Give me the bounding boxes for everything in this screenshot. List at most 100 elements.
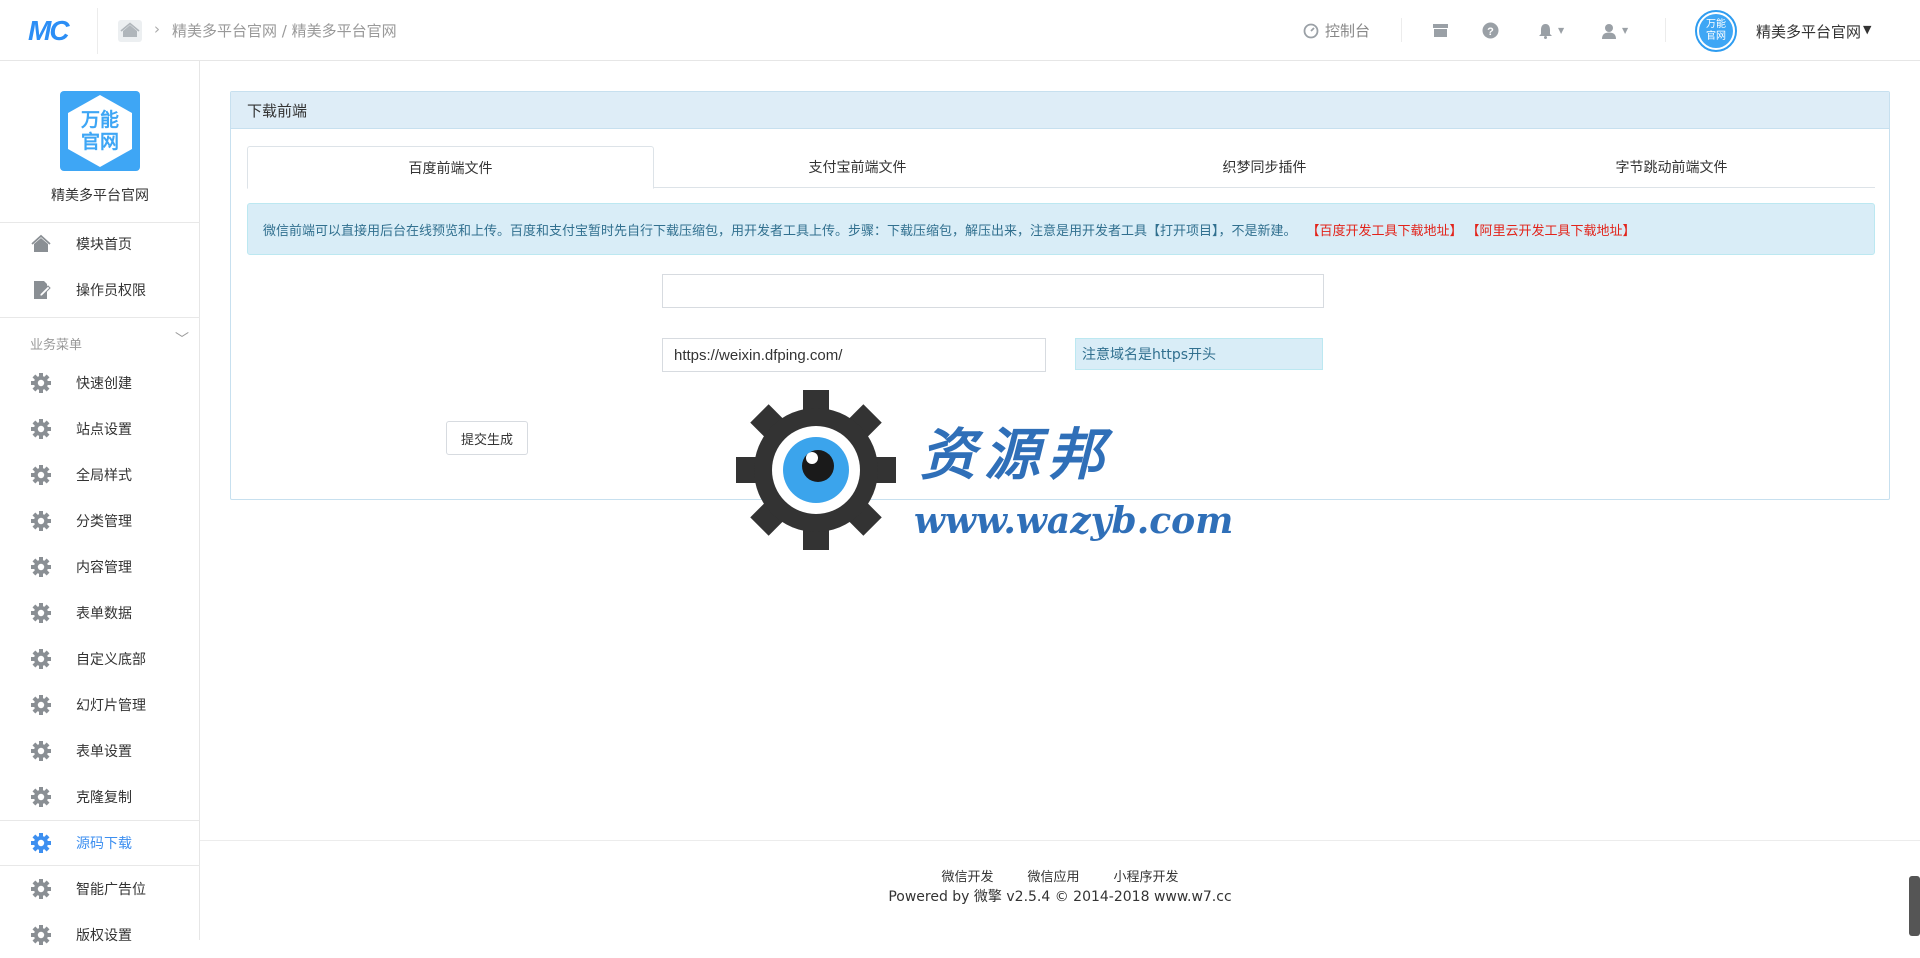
domain-help-text: 注意域名是https开头	[1075, 338, 1323, 370]
sidebar-item-label: 表单数据	[76, 606, 132, 622]
sidebar-item-operator-permissions[interactable]: 操作员权限	[0, 267, 200, 313]
watermark-title: 资源邦	[920, 422, 1112, 488]
sidebar-item-label: 全局样式	[76, 468, 132, 484]
gear-icon	[30, 648, 52, 670]
bell-icon	[1539, 23, 1552, 39]
home-icon	[30, 233, 52, 255]
sidebar-item[interactable]: 全局样式	[0, 452, 200, 498]
tab-dedecms[interactable]: 织梦同步插件	[1061, 146, 1468, 188]
sidebar-item[interactable]: 版权设置	[0, 912, 200, 958]
baidu-devtools-link[interactable]: 【百度开发工具下载地址】	[1307, 220, 1463, 239]
divider	[1665, 18, 1666, 42]
gear-icon	[30, 602, 52, 624]
sidebar-item[interactable]: 自定义底部	[0, 636, 200, 682]
console-link[interactable]: 控制台	[1303, 0, 1370, 61]
sidebar-item[interactable]: 表单设置	[0, 728, 200, 774]
sidebar-item-label: 站点设置	[76, 422, 132, 438]
store-icon[interactable]	[1432, 0, 1449, 61]
footer-link[interactable]: 微信开发	[941, 866, 993, 885]
domain-input[interactable]: https://weixin.dfping.com/	[662, 338, 1046, 372]
avatar[interactable]: 万能官网	[1695, 10, 1737, 52]
notifications-menu[interactable]: ▼	[1538, 0, 1564, 61]
footer-link[interactable]: 小程序开发	[1114, 866, 1179, 885]
chevron-down-icon: ▼	[1622, 26, 1629, 35]
chevron-right-icon: ›	[154, 20, 160, 38]
appid-input[interactable]	[662, 274, 1324, 308]
footer-copyright: Powered by 微擎 v2.5.4 © 2014-2018 www.w7.…	[888, 889, 1232, 905]
sidebar-item[interactable]: 内容管理	[0, 544, 200, 590]
sidebar-item[interactable]: 快速创建	[0, 360, 200, 406]
gear-icon	[30, 464, 52, 486]
gear-icon	[30, 372, 52, 394]
sidebar-item[interactable]: 克隆复制	[0, 774, 200, 820]
sidebar-item[interactable]: 源码下载	[0, 820, 200, 866]
aliyun-devtools-link[interactable]: 【阿里云开发工具下载地址】	[1467, 220, 1636, 239]
home-icon[interactable]	[118, 20, 142, 42]
sidebar-item-label: 分类管理	[76, 514, 132, 530]
divider	[1401, 18, 1402, 42]
tab-bar: 百度前端文件 支付宝前端文件 织梦同步插件 字节跳动前端文件	[247, 146, 1875, 189]
sidebar-item-label: 版权设置	[76, 928, 132, 944]
sidebar-item-label: 操作员权限	[76, 283, 146, 299]
sidebar-item-label: 源码下载	[76, 836, 132, 852]
gear-icon	[30, 878, 52, 900]
sidebar-item[interactable]: 表单数据	[0, 590, 200, 636]
svg-text:?: ?	[1487, 26, 1494, 38]
gear-icon	[30, 786, 52, 808]
watermark-url: www.wazyb.com	[914, 500, 1234, 542]
footer-link[interactable]: 微信应用	[1027, 866, 1079, 885]
tab-alipay[interactable]: 支付宝前端文件	[654, 146, 1061, 188]
submit-button[interactable]: 提交生成	[446, 421, 528, 455]
dashboard-icon	[1303, 23, 1319, 38]
user-icon	[1602, 23, 1616, 39]
edit-doc-icon	[30, 279, 52, 301]
chevron-down-icon[interactable]: ﹀	[175, 329, 189, 349]
sidebar-item-label: 内容管理	[76, 560, 132, 576]
info-notice: 微信前端可以直接用后台在线预览和上传。百度和支付宝暂时先自行下载压缩包，用开发者…	[247, 203, 1875, 255]
sidebar-item-label: 克隆复制	[76, 790, 132, 806]
gear-icon	[30, 832, 52, 854]
top-bar: MC › 精美多平台官网 / 精美多平台官网 控制台 ? ▼ ▼ 万能官网 精美…	[0, 0, 1920, 61]
sidebar-item[interactable]: 站点设置	[0, 406, 200, 452]
gear-icon	[30, 510, 52, 532]
sidebar: 万能官网 精美多平台官网 模块首页 操作员权限 业务菜单 ﹀ 快速创建站点设置全…	[0, 61, 200, 945]
help-icon[interactable]: ?	[1482, 0, 1499, 61]
console-label: 控制台	[1325, 22, 1371, 40]
tab-bytedance[interactable]: 字节跳动前端文件	[1468, 146, 1875, 188]
sidebar-item-label: 快速创建	[76, 376, 132, 392]
user-name[interactable]: 精美多平台官网	[1756, 21, 1861, 42]
footer-links: 微信开发 微信应用 小程序开发	[200, 866, 1920, 885]
app-logo[interactable]: MC	[28, 15, 70, 47]
site-logo: 万能官网	[60, 91, 140, 171]
sidebar-item[interactable]: 幻灯片管理	[0, 682, 200, 728]
gear-icon	[30, 418, 52, 440]
breadcrumb-item[interactable]: 精美多平台官网	[172, 22, 277, 40]
tab-baidu[interactable]: 百度前端文件	[247, 146, 654, 189]
gear-icon	[30, 556, 52, 578]
section-label: 业务菜单	[30, 338, 83, 353]
user-menu[interactable]: ▼	[1601, 0, 1628, 61]
panel-title: 下载前端	[231, 92, 1889, 129]
gear-icon	[30, 924, 52, 946]
gear-icon	[30, 694, 52, 716]
footer-divider	[200, 840, 1920, 841]
scrollbar-handle[interactable]	[1909, 876, 1920, 936]
sidebar-item-label: 模块首页	[76, 237, 132, 253]
divider	[0, 317, 200, 318]
sidebar-item-label: 自定义底部	[76, 652, 146, 668]
caret-down-icon[interactable]: ▼	[1863, 23, 1871, 36]
breadcrumb-item[interactable]: 精美多平台官网	[292, 22, 397, 40]
sidebar-item-label: 表单设置	[76, 744, 132, 760]
site-title: 精美多平台官网	[51, 188, 149, 204]
breadcrumb-separator: /	[281, 22, 292, 40]
avatar-text: 万能官网	[1699, 14, 1733, 48]
notice-text: 微信前端可以直接用后台在线预览和上传。百度和支付宝暂时先自行下载压缩包，用开发者…	[263, 223, 1297, 239]
breadcrumb: 精美多平台官网 / 精美多平台官网	[172, 20, 397, 41]
sidebar-item[interactable]: 分类管理	[0, 498, 200, 544]
sidebar-item-label: 幻灯片管理	[76, 698, 146, 714]
chevron-down-icon: ▼	[1558, 26, 1565, 35]
sidebar-item-module-home[interactable]: 模块首页	[0, 221, 200, 267]
logo-divider	[97, 8, 98, 54]
sidebar-item[interactable]: 智能广告位	[0, 866, 200, 912]
site-logo-text: 万能官网	[68, 95, 132, 167]
